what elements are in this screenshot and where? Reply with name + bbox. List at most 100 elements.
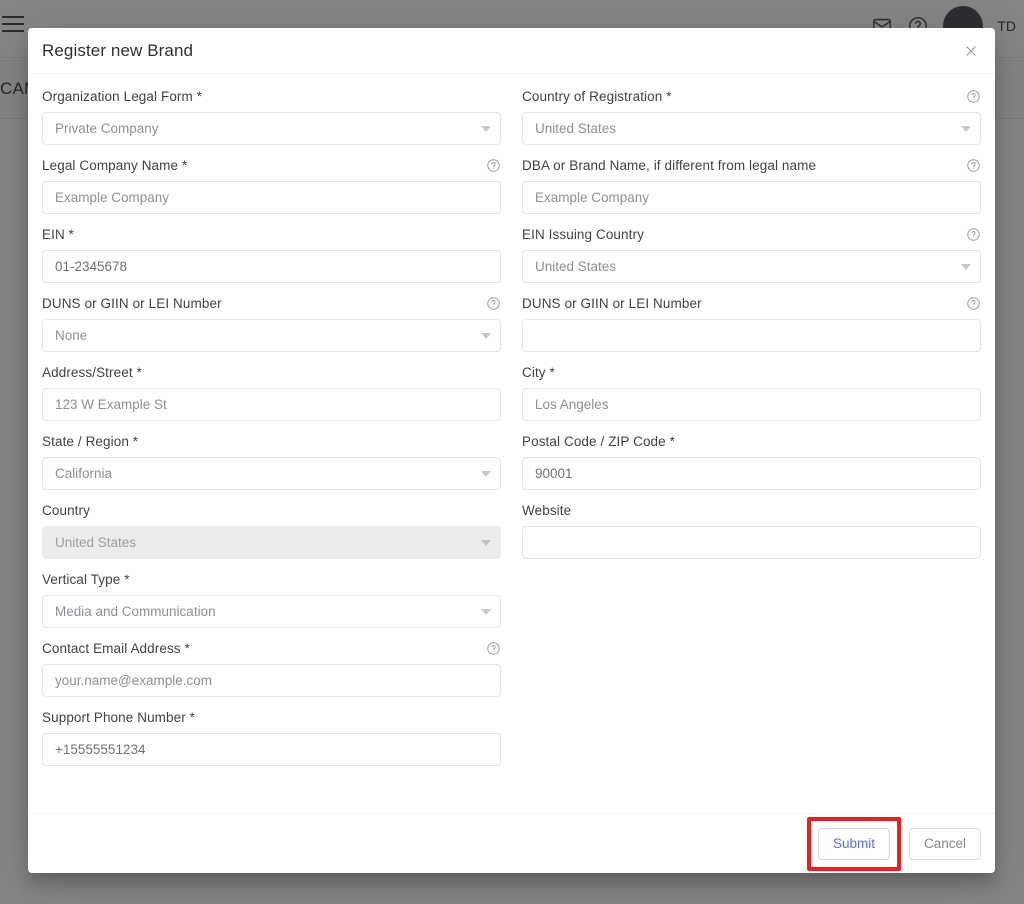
field-label-city: City * (522, 365, 555, 380)
help-icon-country-of-registration[interactable] (966, 89, 981, 104)
select-state-region[interactable]: California (42, 457, 501, 490)
chevron-down-icon (481, 470, 491, 477)
input-address-street[interactable]: 123 W Example St (42, 388, 501, 421)
input-ein[interactable]: 01-2345678 (42, 250, 501, 283)
field-value-state-region: California (55, 466, 113, 481)
field-vertical-type: Vertical Type * Media and Communication (42, 569, 501, 628)
field-label-row: Legal Company Name * (42, 155, 501, 176)
field-dba-or-brand-name-if-different-from-legal-name: DBA or Brand Name, if different from leg… (522, 155, 981, 214)
field-label-support-phone-number: Support Phone Number * (42, 710, 196, 725)
field-address-street: Address/Street * 123 W Example St (42, 362, 501, 421)
select-ein-issuing-country[interactable]: United States (522, 250, 981, 283)
field-label-row: DBA or Brand Name, if different from leg… (522, 155, 981, 176)
field-postal-code-zip-code: Postal Code / ZIP Code * 90001 (522, 431, 981, 490)
field-label-state-region: State / Region * (42, 434, 139, 449)
field-support-phone-number: Support Phone Number * +15555551234 (42, 707, 501, 766)
field-label-row: State / Region * (42, 431, 501, 452)
field-label-country-of-registration: Country of Registration * (522, 89, 672, 104)
select-duns-or-giin-or-lei-number[interactable]: None (42, 319, 501, 352)
chevron-down-icon (961, 125, 971, 132)
field-state-region: State / Region * California (42, 431, 501, 490)
dialog-footer: Submit Cancel (28, 813, 995, 873)
input-city[interactable]: Los Angeles (522, 388, 981, 421)
help-icon-dba-or-brand-name-if-different-from-legal-name[interactable] (966, 158, 981, 173)
input-dba-or-brand-name-if-different-from-legal-name[interactable]: Example Company (522, 181, 981, 214)
dialog-body: Organization Legal Form * Private Company… (28, 74, 995, 813)
help-icon-duns-or-giin-or-lei-number[interactable] (486, 296, 501, 311)
field-value-ein: 01-2345678 (55, 259, 128, 274)
select-organization-legal-form[interactable]: Private Company (42, 112, 501, 145)
input-legal-company-name[interactable]: Example Company (42, 181, 501, 214)
field-value-vertical-type: Media and Communication (55, 604, 216, 619)
field-label-row: DUNS or GIIN or LEI Number (522, 293, 981, 314)
select-country: United States (42, 526, 501, 559)
chevron-down-icon (961, 263, 971, 270)
field-label-duns-or-giin-or-lei-number: DUNS or GIIN or LEI Number (522, 296, 702, 311)
field-label-website: Website (522, 503, 572, 518)
field-label-vertical-type: Vertical Type * (42, 572, 130, 587)
select-country-of-registration[interactable]: United States (522, 112, 981, 145)
field-city: City * Los Angeles (522, 362, 981, 421)
select-vertical-type[interactable]: Media and Communication (42, 595, 501, 628)
field-label-row: Support Phone Number * (42, 707, 501, 728)
chevron-down-icon (481, 125, 491, 132)
input-postal-code-zip-code[interactable]: 90001 (522, 457, 981, 490)
chevron-down-icon (481, 332, 491, 339)
field-label-ein-issuing-country: EIN Issuing Country (522, 227, 644, 242)
field-label-row: DUNS or GIIN or LEI Number (42, 293, 501, 314)
field-value-ein-issuing-country: United States (535, 259, 617, 274)
cancel-button[interactable]: Cancel (908, 827, 981, 860)
field-country-of-registration: Country of Registration * United States (522, 86, 981, 145)
field-label-row: Vertical Type * (42, 569, 501, 590)
dialog-title: Register new Brand (42, 40, 194, 60)
brand-form-grid: Organization Legal Form * Private Company… (42, 86, 981, 776)
field-label-row: Address/Street * (42, 362, 501, 383)
submit-highlight-box: Submit (806, 816, 901, 871)
field-label-row: Website (522, 500, 981, 521)
field-label-contact-email-address: Contact Email Address * (42, 641, 190, 656)
chevron-down-icon (481, 539, 491, 546)
field-label-row: Organization Legal Form * (42, 86, 501, 107)
chevron-down-icon (481, 608, 491, 615)
form-column-right: Country of Registration * United States DB… (522, 86, 981, 776)
field-value-duns-or-giin-or-lei-number: None (55, 328, 88, 343)
field-country: Country United States (42, 500, 501, 559)
field-value-city: Los Angeles (535, 397, 609, 412)
field-value-support-phone-number: +15555551234 (55, 742, 146, 757)
field-label-organization-legal-form: Organization Legal Form * (42, 89, 203, 104)
field-label-address-street: Address/Street * (42, 365, 142, 380)
input-website[interactable] (522, 526, 981, 559)
field-label-row: Country (42, 500, 501, 521)
field-label-row: Postal Code / ZIP Code * (522, 431, 981, 452)
form-column-left: Organization Legal Form * Private Company… (42, 86, 501, 776)
close-icon[interactable] (959, 39, 983, 63)
field-value-organization-legal-form: Private Company (55, 121, 159, 136)
submit-button[interactable]: Submit (817, 827, 890, 860)
field-label-ein: EIN * (42, 227, 75, 242)
field-organization-legal-form: Organization Legal Form * Private Company (42, 86, 501, 145)
field-label-row: EIN Issuing Country (522, 224, 981, 245)
field-value-address-street: 123 W Example St (55, 397, 167, 412)
register-new-brand-dialog: Register new Brand Organization Legal Fo… (28, 28, 995, 873)
field-label-row: Contact Email Address * (42, 638, 501, 659)
field-website: Website (522, 500, 981, 559)
field-label-row: City * (522, 362, 981, 383)
field-value-postal-code-zip-code: 90001 (535, 466, 573, 481)
field-value-dba-or-brand-name-if-different-from-legal-name: Example Company (535, 190, 650, 205)
field-contact-email-address: Contact Email Address * your.name@example… (42, 638, 501, 697)
help-icon-contact-email-address[interactable] (486, 641, 501, 656)
help-icon-ein-issuing-country[interactable] (966, 227, 981, 242)
field-label-row: EIN * (42, 224, 501, 245)
help-icon-duns-or-giin-or-lei-number[interactable] (966, 296, 981, 311)
field-value-country-of-registration: United States (535, 121, 617, 136)
input-contact-email-address[interactable]: your.name@example.com (42, 664, 501, 697)
field-ein: EIN * 01-2345678 (42, 224, 501, 283)
input-duns-or-giin-or-lei-number[interactable] (522, 319, 981, 352)
input-support-phone-number[interactable]: +15555551234 (42, 733, 501, 766)
dialog-header: Register new Brand (28, 28, 995, 74)
field-duns-or-giin-or-lei-number: DUNS or GIIN or LEI Number (522, 293, 981, 352)
field-value-contact-email-address: your.name@example.com (55, 673, 213, 688)
field-label-duns-or-giin-or-lei-number: DUNS or GIIN or LEI Number (42, 296, 222, 311)
help-icon-legal-company-name[interactable] (486, 158, 501, 173)
field-ein-issuing-country: EIN Issuing Country United States (522, 224, 981, 283)
